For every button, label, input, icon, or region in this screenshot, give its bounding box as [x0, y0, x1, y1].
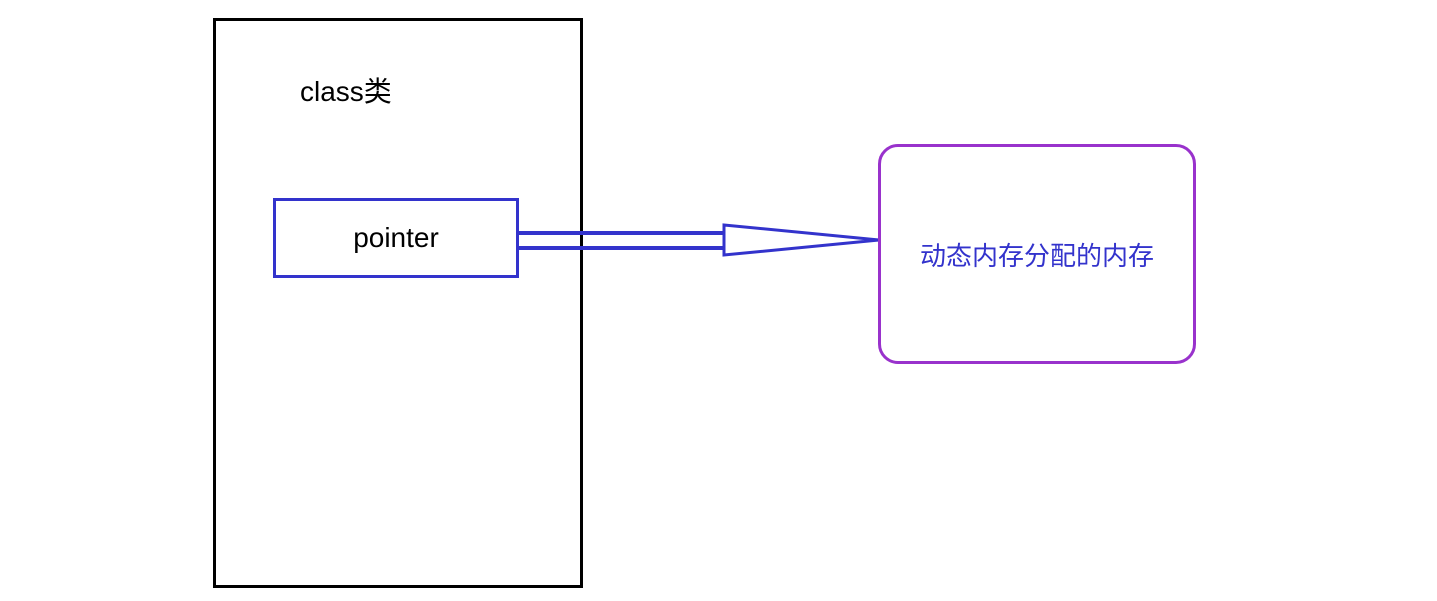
memory-box: 动态内存分配的内存: [878, 144, 1196, 364]
memory-label: 动态内存分配的内存: [920, 236, 1154, 273]
class-container-box: [213, 18, 583, 588]
pointer-box: pointer: [273, 198, 519, 278]
class-title-label: class类: [300, 70, 392, 110]
pointer-label: pointer: [353, 222, 439, 254]
arrow-icon: [519, 218, 889, 278]
